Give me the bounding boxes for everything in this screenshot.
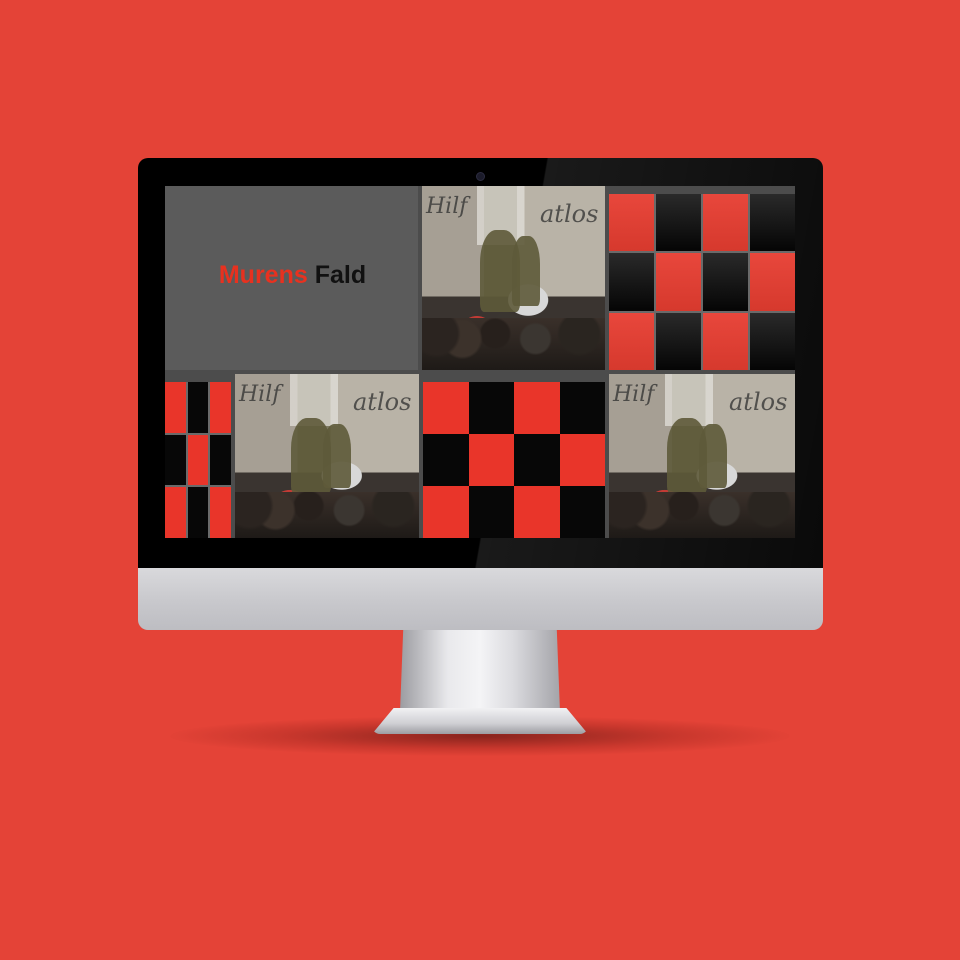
checker-cell (559, 486, 605, 538)
checker-cell (609, 194, 654, 252)
checkerboard-tile-3[interactable] (423, 382, 605, 538)
graffiti-right: atlos (540, 200, 599, 228)
monitor-stand-foot (372, 708, 588, 734)
screen: Murens Fald Hilf atlos Hilf atlos Hilf a… (165, 186, 795, 538)
crowd (609, 492, 795, 538)
checker-cell (656, 312, 701, 370)
checker-cell (468, 382, 514, 434)
checker-cell (559, 382, 605, 434)
graffiti-left: Hilf (613, 382, 655, 407)
crowd (235, 492, 419, 538)
graffiti-right: atlos (729, 388, 788, 416)
checker-cell (559, 434, 605, 486)
checkerboard-tile-1[interactable] (609, 194, 795, 370)
checker-cell (210, 434, 231, 486)
checker-cell (750, 253, 795, 311)
checker-cell (703, 253, 748, 311)
page-title: Murens Fald (219, 261, 366, 290)
title-word-fald: Fald (314, 260, 367, 289)
checker-cell (187, 434, 209, 486)
checker-cell (609, 253, 654, 311)
checker-cell (210, 382, 231, 433)
soldier-figure (512, 236, 540, 306)
graffiti-left: Hilf (426, 194, 468, 219)
soldier-figure (699, 424, 727, 488)
checker-cell (423, 486, 469, 538)
checker-cell (165, 434, 186, 486)
berlin-wall-photo-1[interactable]: Hilf atlos (422, 186, 605, 370)
checker-cell (165, 487, 186, 538)
checker-cell (703, 194, 748, 252)
graffiti-left: Hilf (239, 382, 281, 407)
checker-cell (187, 487, 209, 538)
checker-cell (750, 194, 795, 252)
checker-cell (423, 434, 469, 486)
checker-cell (210, 487, 231, 538)
soldier-figure (323, 424, 351, 488)
checker-cell (514, 434, 560, 486)
graffiti-right: atlos (353, 388, 412, 416)
monitor-stand-neck (400, 630, 560, 712)
title-tile[interactable]: Murens Fald (165, 186, 418, 370)
checker-cell (656, 253, 701, 311)
checker-cell (750, 312, 795, 370)
camera-icon (476, 172, 485, 181)
title-word-murens: Murens (218, 260, 308, 289)
checker-cell (703, 312, 748, 370)
checker-cell (165, 382, 186, 433)
checker-cell (656, 194, 701, 252)
checker-cell (423, 382, 469, 434)
checker-cell (187, 382, 209, 433)
monitor-chin (138, 568, 823, 630)
checker-cell (609, 312, 654, 370)
checkerboard-tile-2[interactable] (165, 382, 231, 538)
checker-cell (514, 382, 560, 434)
checker-cell (468, 486, 514, 538)
berlin-wall-photo-3[interactable]: Hilf atlos (609, 374, 795, 538)
checker-cell (514, 486, 560, 538)
berlin-wall-photo-2[interactable]: Hilf atlos (235, 374, 419, 538)
crowd (422, 318, 605, 370)
checker-cell (468, 434, 514, 486)
